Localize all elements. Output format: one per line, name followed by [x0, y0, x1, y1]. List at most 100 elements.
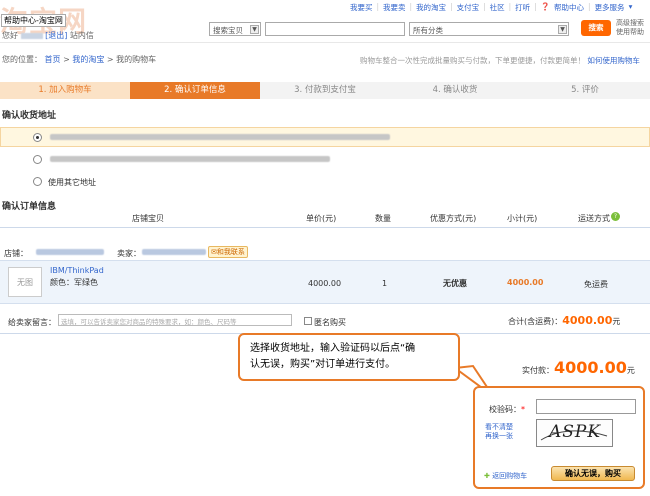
- search-button[interactable]: 搜索: [581, 20, 611, 36]
- breadcrumb-prefix: 您的位置：: [2, 55, 42, 64]
- search-input[interactable]: [265, 22, 405, 36]
- total-label: 合计(含运费)：: [508, 317, 563, 326]
- greeting-prefix: 您好: [2, 31, 18, 40]
- cart-howto-link[interactable]: 如何使用购物车: [587, 56, 640, 65]
- total-unit: 元: [612, 317, 621, 326]
- col-quantity: 数量: [375, 214, 391, 223]
- username-blurred: [20, 32, 43, 39]
- item-color: 颜色：军绿色: [50, 278, 98, 287]
- back-arrow-icon: ✚: [484, 472, 490, 480]
- chevron-down-icon: ▾: [628, 2, 633, 11]
- col-subtotal: 小计(元): [507, 214, 538, 223]
- help-icon[interactable]: ?: [611, 212, 620, 221]
- shop-label: 店铺：: [4, 249, 28, 258]
- confirm-purchase-button[interactable]: 确认无误，购买: [551, 466, 635, 481]
- seller-message-input[interactable]: 选填，可以告诉卖家您对商品的特殊要求，如：颜色、尺码等: [58, 314, 292, 326]
- seller-name-blurred: [142, 249, 206, 255]
- verify-code-label: 校验码：*: [489, 404, 525, 415]
- verify-code-input[interactable]: [536, 399, 636, 414]
- address-radio-1[interactable]: [33, 133, 42, 142]
- paid-value: 4000.00: [554, 358, 627, 377]
- shop-name-blurred: [36, 249, 104, 255]
- header-divider: [0, 42, 650, 43]
- back-cart-label: 返回购物车: [492, 472, 528, 480]
- topnav-help[interactable]: 帮助中心: [554, 2, 584, 13]
- breadcrumb-current: 我的购物车: [116, 55, 157, 64]
- cart-notice: 购物车整合一次性完成批量购买与付款，下单更便捷，付款更简单！ 如何使用购物车: [360, 55, 640, 66]
- item-quantity: 1: [382, 279, 388, 288]
- search-scope-value: 搜索宝贝: [213, 26, 243, 35]
- paid-row: 实付款：4000.00元: [522, 358, 635, 377]
- topnav-buy[interactable]: 我要买: [350, 2, 373, 13]
- verification-panel: 校验码：* 看不清楚 再换一张 ASPK ✚ 返回购物车 确认无误，购买: [473, 386, 645, 489]
- total-row: 合计(含运费)：4000.00元: [508, 314, 620, 327]
- step-pay-alipay: 3. 付款到支付宝: [260, 82, 390, 99]
- item-thumbnail[interactable]: 无图: [8, 267, 42, 297]
- address-radio-other[interactable]: [33, 177, 42, 186]
- anonymous-label: 匿名购买: [314, 318, 346, 327]
- address-section-title: 确认收货地址: [2, 111, 57, 121]
- search-help-link[interactable]: 使用帮助: [616, 28, 644, 37]
- captcha-image[interactable]: ASPK: [536, 419, 613, 447]
- address-radio-2[interactable]: [33, 155, 42, 164]
- paid-unit: 元: [626, 366, 635, 375]
- step-add-to-cart: 1. 加入购物车: [0, 82, 130, 99]
- address-text-2-blurred: [50, 156, 330, 162]
- step-confirm-order: 2. 确认订单信息: [130, 82, 260, 99]
- search-bar: 搜索宝贝 ▼ 所有分类 ▼ 搜索: [205, 18, 615, 40]
- captcha-text: ASPK: [549, 422, 602, 442]
- search-scope-select[interactable]: 搜索宝贝 ▼: [209, 22, 261, 36]
- step-rate: 5. 评价: [520, 82, 650, 99]
- breadcrumb-my-taobao[interactable]: 我的淘宝: [72, 55, 104, 64]
- breadcrumb-sep: >: [106, 55, 114, 64]
- item-subtotal: 4000.00: [507, 278, 544, 287]
- order-progress-steps: 1. 加入购物车 2. 确认订单信息 3. 付款到支付宝 4. 确认收货 5. …: [0, 82, 650, 99]
- messages-link[interactable]: 站内信: [70, 31, 94, 40]
- notice-text: 购物车整合一次性完成批量购买与付款，下单更便捷，付款更简单！: [360, 56, 585, 65]
- topnav-my-taobao[interactable]: 我的淘宝: [416, 2, 446, 13]
- col-unit-price: 单价(元): [306, 214, 337, 223]
- contact-label: 和我联系: [216, 248, 245, 256]
- advanced-search-link[interactable]: 高级搜索: [616, 19, 644, 28]
- seller-label: 卖家：: [117, 249, 141, 258]
- item-unit-price: 4000.00: [308, 279, 342, 288]
- contact-seller-button[interactable]: ✉和我联系: [208, 246, 248, 258]
- table-header-divider: [0, 227, 650, 228]
- required-mark: *: [521, 405, 525, 414]
- topnav-more-services[interactable]: 更多服务: [595, 2, 625, 13]
- help-icon: ❓: [540, 2, 551, 11]
- topnav-alipay[interactable]: 支付宝: [457, 2, 480, 13]
- greeting: 您好 [退出] 站内信: [2, 30, 94, 41]
- refresh-line-2: 再换一张: [485, 432, 513, 440]
- other-address-label[interactable]: 使用其它地址: [48, 177, 96, 188]
- back-to-cart-link[interactable]: ✚ 返回购物车: [484, 471, 527, 481]
- breadcrumb-home[interactable]: 首页: [45, 55, 61, 64]
- verify-label-text: 校验码：: [489, 405, 521, 414]
- refresh-captcha-link[interactable]: 看不清楚 再换一张: [485, 423, 513, 441]
- paid-label: 实付款：: [522, 366, 554, 375]
- item-name-link[interactable]: IBM/ThinkPad: [50, 266, 104, 275]
- callout-line-2: 认无误，购买”对订单进行支付。: [250, 359, 396, 370]
- logout-link[interactable]: [退出]: [45, 31, 67, 40]
- step-confirm-receipt: 4. 确认收货: [390, 82, 520, 99]
- topnav-sell[interactable]: 我要卖: [383, 2, 406, 13]
- topnav-ask[interactable]: 打听: [515, 2, 530, 13]
- category-select[interactable]: 所有分类 ▼: [409, 22, 569, 36]
- topnav-community[interactable]: 社区: [490, 2, 505, 13]
- item-shipping: 免运费: [584, 280, 608, 289]
- col-item: 店铺宝贝: [132, 214, 164, 223]
- col-discount: 优惠方式(元): [430, 214, 477, 223]
- order-section-title: 确认订单信息: [2, 202, 57, 212]
- refresh-line-1: 看不清楚: [485, 423, 513, 431]
- total-value: 4000.00: [562, 314, 613, 327]
- chevron-down-icon: ▼: [250, 25, 259, 34]
- help-center-tag: 帮助中心-淘宝网: [1, 14, 66, 27]
- item-discount: 无优惠: [443, 279, 467, 288]
- message-label: 给卖家留言：: [8, 318, 56, 327]
- col-shipping: 运送方式: [578, 214, 610, 223]
- chevron-down-icon: ▼: [558, 25, 567, 34]
- anonymous-checkbox[interactable]: [304, 317, 312, 325]
- breadcrumb-sep: >: [63, 55, 70, 64]
- breadcrumb: 您的位置： 首页 > 我的淘宝 > 我的购物车: [2, 54, 156, 65]
- instruction-callout: 选择收货地址，输入验证码以后点“确 认无误，购买”对订单进行支付。: [238, 333, 460, 381]
